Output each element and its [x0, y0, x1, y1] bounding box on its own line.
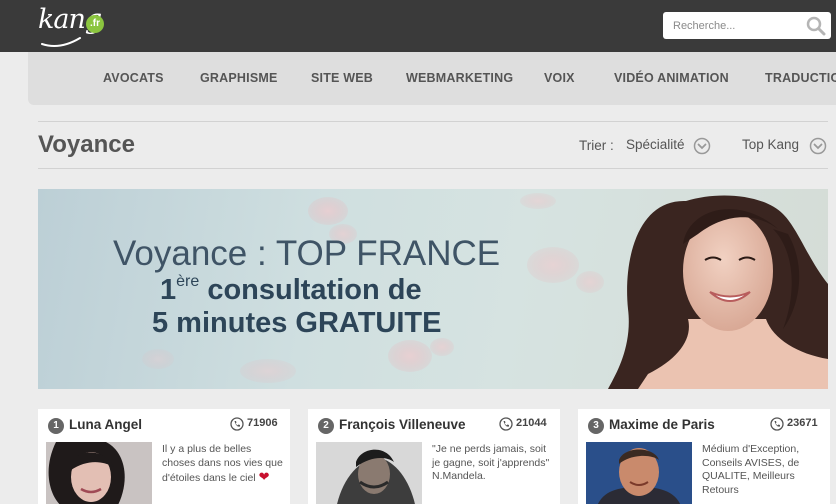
top-bar: kang .fr [0, 0, 836, 52]
consultant-card[interactable]: 3 Maxime de Paris 23671 Médium d'Excepti… [578, 409, 830, 504]
nav-item-video-animation[interactable]: VIDÉO ANIMATION [614, 52, 729, 105]
nav-item-webmarketing[interactable]: WEBMARKETING [406, 52, 513, 105]
rank-badge: 3 [588, 418, 604, 434]
consultant-photo[interactable] [46, 442, 152, 504]
banner-line2-sup: ère [176, 273, 200, 290]
category-nav: AVOCATS GRAPHISME SITE WEB WEBMARKETING … [28, 52, 836, 105]
consultant-name[interactable]: Maxime de Paris [609, 417, 715, 432]
page-title: Voyance [38, 131, 135, 158]
consultant-name[interactable]: Luna Angel [69, 417, 142, 432]
consultant-description: Médium d'Exception, Conseils AVISES, de … [702, 443, 800, 496]
banner-artwork [142, 193, 828, 389]
banner-line2-rest: consultation de [199, 274, 422, 306]
sort-label: Trier : [579, 138, 614, 153]
consultant-photo[interactable] [586, 442, 692, 504]
search-icon[interactable] [806, 16, 826, 36]
chevron-down-icon [809, 137, 827, 155]
chevron-down-icon [693, 137, 711, 155]
nav-item-avocats[interactable]: AVOCATS [103, 52, 164, 105]
consultant-photo[interactable] [316, 442, 422, 504]
nav-item-traduction[interactable]: TRADUCTION [765, 52, 836, 105]
consultant-card[interactable]: 1 Luna Angel 71906 Il y a plus de belles… [38, 409, 290, 504]
nav-item-voix[interactable]: VOIX [544, 52, 575, 105]
banner-line2-prefix: 1 [160, 274, 177, 306]
phone-icon [230, 417, 244, 431]
rank-badge: 1 [48, 418, 64, 434]
consultant-name[interactable]: François Villeneuve [339, 417, 466, 432]
rank-badge: 2 [318, 418, 334, 434]
search-box [663, 12, 831, 39]
nav-item-site-web[interactable]: SITE WEB [311, 52, 373, 105]
divider-top [38, 121, 828, 122]
search-input[interactable] [663, 12, 803, 39]
divider-bottom [38, 168, 828, 169]
banner-subline-1: 1ère consultation de [160, 273, 422, 307]
consultant-card[interactable]: 2 François Villeneuve 21044 "Je ne perds… [308, 409, 560, 504]
sort-topkang-select[interactable]: Top Kang [742, 133, 830, 159]
phone-icon [770, 417, 784, 431]
banner-subline-2: 5 minutes GRATUITE [152, 307, 442, 339]
call-count: 71906 [247, 417, 278, 429]
sort-specialite-select[interactable]: Spécialité [626, 133, 712, 159]
banner-headline: Voyance : TOP FRANCE [113, 234, 501, 273]
phone-icon [499, 417, 513, 431]
consultant-description: Il y a plus de belles choses dans nos vi… [162, 443, 286, 486]
promo-banner[interactable]: Voyance : TOP FRANCE 1ère consultation d… [38, 189, 828, 389]
sort-topkang-label: Top Kang [742, 137, 800, 152]
call-count: 23671 [787, 417, 818, 429]
logo-badge: .fr [86, 15, 104, 33]
consultant-description: "Je ne perds jamais, soit je gagne, soit… [432, 443, 550, 482]
kang-logo[interactable]: kang .fr [38, 2, 108, 50]
logo-swoosh-icon [41, 37, 81, 47]
sort-specialite-label: Spécialité [626, 137, 685, 152]
call-count: 21044 [516, 417, 547, 429]
heart-icon: ❤ [258, 469, 270, 484]
nav-item-graphisme[interactable]: GRAPHISME [200, 52, 278, 105]
